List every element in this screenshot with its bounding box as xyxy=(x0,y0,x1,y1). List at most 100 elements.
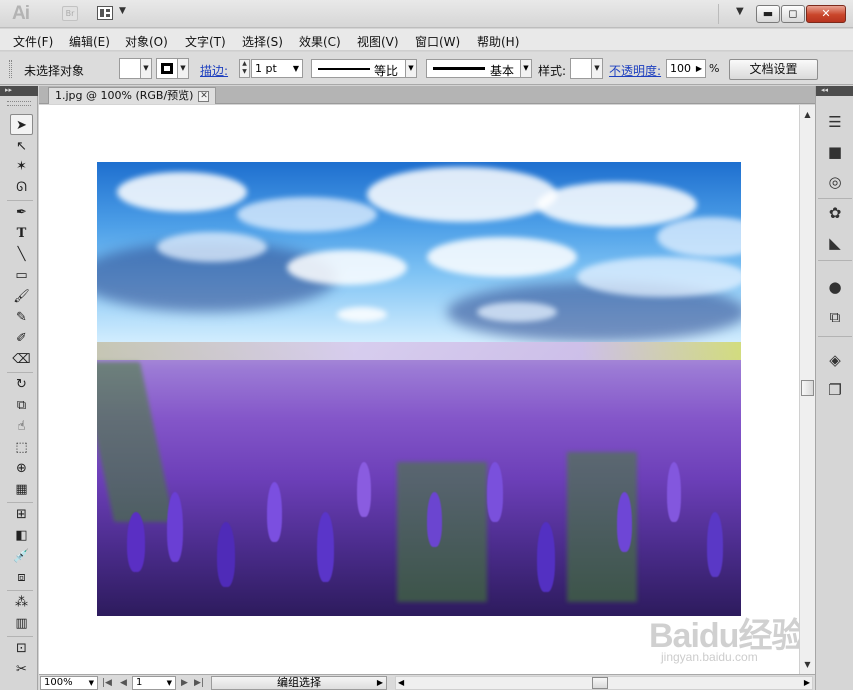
tools-panel-grip[interactable] xyxy=(7,101,31,106)
pencil-tool-icon[interactable]: ✎ xyxy=(10,307,33,328)
arrange-dropdown-icon[interactable]: ▼ xyxy=(119,6,126,16)
toolbox-divider xyxy=(7,590,33,591)
menu-type[interactable]: 文字(T) xyxy=(185,33,226,50)
perspective-grid-tool-icon[interactable]: ▦ xyxy=(10,479,33,500)
zoom-dropdown-icon[interactable]: ▼ xyxy=(89,677,94,689)
zoom-level-field[interactable]: 100% ▼ xyxy=(40,676,98,690)
status-menu-icon[interactable]: ▶ xyxy=(377,677,383,689)
appearance-panel-icon[interactable]: ● xyxy=(824,276,846,298)
eyedropper-tool-icon[interactable]: 💉 xyxy=(10,546,33,567)
stroke-panel-icon[interactable]: ☰ xyxy=(824,111,846,133)
shape-builder-tool-icon[interactable]: ⊕ xyxy=(10,458,33,479)
stroke-weight-field[interactable]: 1 pt ▼ xyxy=(251,59,303,78)
magic-wand-tool-icon[interactable]: ✶ xyxy=(10,156,33,177)
artboard-dropdown-icon[interactable]: ▼ xyxy=(167,677,172,689)
document-tab-title: 1.jpg @ 100% (RGB/预览) xyxy=(55,89,194,102)
scroll-left-icon[interactable]: ◀ xyxy=(398,677,404,689)
document-tab[interactable]: 1.jpg @ 100% (RGB/预览) ✕ xyxy=(48,87,217,104)
column-graph-tool-icon[interactable]: ▥ xyxy=(10,613,33,634)
scroll-down-icon[interactable]: ▼ xyxy=(800,657,815,672)
workspace-dropdown-icon[interactable]: ▼ xyxy=(736,6,744,17)
opacity-expand-icon[interactable]: ▶ xyxy=(696,60,702,77)
brush-dropdown-icon[interactable]: ▼ xyxy=(520,60,531,77)
lavender-spike xyxy=(537,522,555,592)
menu-effect[interactable]: 效果(C) xyxy=(299,33,341,50)
horizontal-scrollbar[interactable]: ◀ ▶ xyxy=(395,676,813,690)
pen-tool-icon[interactable]: ✒ xyxy=(10,202,33,223)
paintbrush-tool-icon[interactable]: 🖌 xyxy=(10,286,33,307)
graphic-styles-panel-icon[interactable]: ⧉ xyxy=(824,306,846,328)
blob-brush-tool-icon[interactable]: ✐ xyxy=(10,328,33,349)
close-tab-icon[interactable]: ✕ xyxy=(198,91,210,102)
lavender-spike xyxy=(127,512,145,572)
vertical-scroll-thumb[interactable] xyxy=(801,380,814,396)
profile-dropdown-icon[interactable]: ▼ xyxy=(405,60,416,77)
next-artboard-icon[interactable]: ▶ xyxy=(181,676,188,690)
opacity-field[interactable]: 100 ▶ xyxy=(666,59,706,78)
scroll-up-icon[interactable]: ▲ xyxy=(800,107,815,122)
menu-file[interactable]: 文件(F) xyxy=(13,33,53,50)
last-artboard-icon[interactable]: ▶| xyxy=(194,676,204,690)
tools-collapse-icon[interactable]: ▸▸ xyxy=(0,86,38,96)
artboard-tool-icon[interactable]: ⊡ xyxy=(10,638,33,659)
stroke-color-dropdown-icon[interactable]: ▼ xyxy=(178,58,189,79)
layers-panel-icon[interactable]: ◈ xyxy=(824,349,846,371)
stroke-weight-dropdown-icon[interactable]: ▼ xyxy=(293,60,299,77)
cloud xyxy=(337,307,387,322)
rotate-tool-icon[interactable]: ↻ xyxy=(10,374,33,395)
scroll-right-icon[interactable]: ▶ xyxy=(804,677,810,689)
document-setup-button[interactable]: 文档设置 xyxy=(729,59,818,80)
previous-artboard-icon[interactable]: ◀ xyxy=(120,676,127,690)
swatches-panel-icon[interactable]: ◣ xyxy=(824,232,846,254)
scale-tool-icon[interactable]: ⧉ xyxy=(10,395,33,416)
canvas-artboard[interactable]: Baidu经验 jingyan.baidu.com xyxy=(39,105,799,674)
direct-selection-tool-icon[interactable]: ↖ xyxy=(10,136,33,157)
maximize-button[interactable]: ◻ xyxy=(781,5,805,23)
slice-tool-icon[interactable]: ✂ xyxy=(10,659,33,680)
style-dropdown-icon[interactable]: ▼ xyxy=(592,58,603,79)
mesh-tool-icon[interactable]: ⊞ xyxy=(10,504,33,525)
bridge-button[interactable]: Br xyxy=(62,6,78,21)
brush-definition-dropdown[interactable]: 基本 ▼ xyxy=(426,59,532,78)
menu-object[interactable]: 对象(O) xyxy=(125,33,168,50)
symbol-sprayer-tool-icon[interactable]: ⁂ xyxy=(10,592,33,613)
close-button[interactable]: ✕ xyxy=(806,5,846,23)
fill-swatch[interactable] xyxy=(119,58,141,79)
artboard-number-field[interactable]: 1 ▼ xyxy=(132,676,176,690)
gradient-panel-icon[interactable]: ■ xyxy=(824,141,846,163)
first-artboard-icon[interactable]: |◀ xyxy=(102,676,112,690)
eraser-tool-icon[interactable]: ⌫ xyxy=(10,349,33,370)
menu-view[interactable]: 视图(V) xyxy=(357,33,399,50)
menu-edit[interactable]: 编辑(E) xyxy=(69,33,110,50)
stroke-swatch[interactable] xyxy=(156,58,178,79)
lasso-tool-icon[interactable]: ᘏ xyxy=(10,177,33,198)
fill-dropdown-icon[interactable]: ▼ xyxy=(141,58,152,79)
color-guide-panel-icon[interactable]: ✿ xyxy=(824,202,846,224)
rectangle-tool-icon[interactable]: ▭ xyxy=(10,265,33,286)
minimize-button[interactable]: ▬ xyxy=(756,5,780,23)
current-tool-status[interactable]: 编组选择 ▶ xyxy=(211,676,387,690)
menu-help[interactable]: 帮助(H) xyxy=(477,33,519,50)
menu-window[interactable]: 窗口(W) xyxy=(415,33,460,50)
stroke-weight-spinner[interactable]: ▲ ▼ xyxy=(239,59,250,78)
blend-tool-icon[interactable]: ⧈ xyxy=(10,567,33,588)
graphic-style-swatch[interactable] xyxy=(570,58,592,79)
menu-select[interactable]: 选择(S) xyxy=(242,33,283,50)
control-bar-grip[interactable] xyxy=(9,60,12,78)
artboards-panel-icon[interactable]: ❐ xyxy=(824,379,846,401)
selection-tool-icon[interactable]: ➤ xyxy=(10,114,33,135)
warp-tool-icon[interactable]: ☝ xyxy=(10,416,33,437)
variable-width-profile-dropdown[interactable]: 等比 ▼ xyxy=(311,59,417,78)
horizontal-scroll-thumb[interactable] xyxy=(592,677,608,689)
transparency-panel-icon[interactable]: ◎ xyxy=(824,171,846,193)
stroke-panel-link[interactable]: 描边: xyxy=(200,62,228,79)
dock-collapse-icon[interactable]: ◂◂ xyxy=(816,86,853,96)
vertical-scrollbar[interactable]: ▲ ▼ xyxy=(799,105,815,674)
gradient-tool-icon[interactable]: ◧ xyxy=(10,525,33,546)
free-transform-tool-icon[interactable]: ⬚ xyxy=(10,437,33,458)
type-tool-icon[interactable]: T xyxy=(10,223,33,244)
placed-lavender-photo[interactable] xyxy=(97,162,741,616)
line-tool-icon[interactable]: ╲ xyxy=(10,244,33,265)
arrange-documents-icon[interactable] xyxy=(97,6,113,20)
opacity-panel-link[interactable]: 不透明度: xyxy=(609,62,661,79)
